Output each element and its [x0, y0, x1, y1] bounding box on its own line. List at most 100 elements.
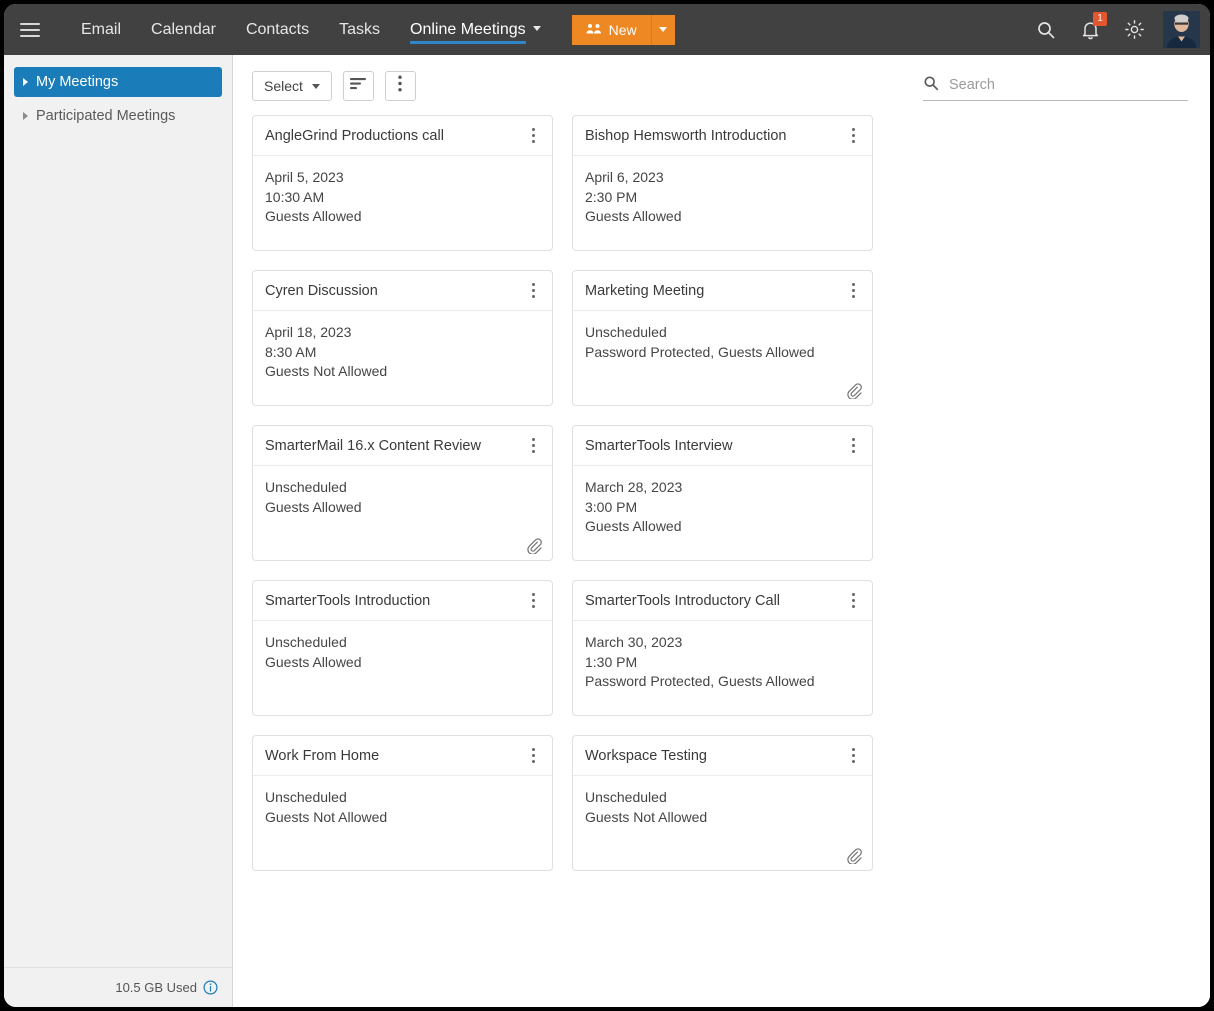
tab-online-meetings-label: Online Meetings [410, 21, 526, 44]
top-navigation-bar: Email Calendar Contacts Tasks Online Mee… [4, 4, 1210, 55]
meeting-card[interactable]: SmarterTools Interview March 28, 2023 3:… [572, 425, 873, 561]
hamburger-menu-button[interactable] [4, 4, 56, 55]
tab-tasks-label: Tasks [339, 21, 380, 38]
notification-badge-count: 1 [1093, 11, 1107, 26]
sidebar-item-participated-meetings-label: Participated Meetings [36, 108, 176, 124]
new-meeting-button[interactable]: New [571, 14, 651, 45]
meeting-card-menu-button[interactable] [518, 119, 548, 153]
meeting-card[interactable]: Cyren Discussion April 18, 2023 8:30 AM … [252, 270, 553, 406]
meeting-title: SmarterTools Introduction [265, 592, 431, 609]
meeting-options: Guests Allowed [265, 498, 362, 515]
attachment-icon [846, 848, 862, 865]
attachment-icon [846, 383, 862, 400]
meeting-card-header: Bishop Hemsworth Introduction [573, 116, 872, 156]
main-content: Select Search AngleGrind Productions cal… [233, 55, 1210, 1007]
meeting-card[interactable]: SmarterTools Introductory Call March 30,… [572, 580, 873, 716]
tab-email[interactable]: Email [66, 4, 136, 55]
sun-icon [1124, 20, 1144, 39]
meeting-date: March 30, 2023 [585, 634, 683, 650]
meetings-grid: AngleGrind Productions call April 5, 202… [252, 115, 1188, 871]
info-icon[interactable] [203, 980, 218, 995]
meeting-card-body: April 18, 2023 8:30 AM Guests Not Allowe… [253, 311, 552, 405]
people-group-icon [586, 22, 602, 38]
meeting-card-body: Unscheduled Guests Not Allowed [573, 776, 872, 870]
meeting-time: 10:30 AM [265, 188, 325, 205]
meetings-scroll-area[interactable]: AngleGrind Productions call April 5, 202… [233, 111, 1210, 1007]
tab-contacts[interactable]: Contacts [231, 4, 324, 55]
meeting-card-body: March 28, 2023 3:00 PM Guests Allowed [573, 466, 872, 560]
meeting-card-header: Workspace Testing [573, 736, 872, 776]
new-meeting-dropdown-button[interactable] [650, 14, 675, 45]
meeting-card-body: April 6, 2023 2:30 PM Guests Allowed [573, 156, 872, 250]
meeting-card-body: Unscheduled Guests Allowed [253, 466, 552, 560]
storage-status-bar: 10.5 GB Used [4, 967, 232, 1007]
meeting-card-body: Unscheduled Guests Allowed [253, 621, 552, 715]
meeting-card-menu-button[interactable] [838, 584, 868, 618]
meeting-card[interactable]: AngleGrind Productions call April 5, 202… [252, 115, 553, 251]
meeting-card-body: March 30, 2023 1:30 PM Password Protecte… [573, 621, 872, 715]
meeting-card-body: Unscheduled Guests Not Allowed [253, 776, 552, 870]
more-options-button[interactable] [384, 71, 416, 101]
attachment-icon [526, 538, 542, 555]
meeting-card-menu-button[interactable] [838, 739, 868, 773]
meeting-card-menu-button[interactable] [518, 429, 548, 463]
meeting-date: April 5, 2023 [265, 169, 344, 185]
meeting-date: March 28, 2023 [585, 479, 683, 495]
meeting-card-header: Cyren Discussion [253, 271, 552, 311]
meeting-card-menu-button[interactable] [838, 119, 868, 153]
meeting-time: 1:30 PM [585, 653, 638, 670]
user-avatar[interactable] [1163, 11, 1200, 48]
header-search-button[interactable] [1027, 11, 1065, 49]
tab-email-label: Email [81, 21, 122, 38]
search-input[interactable] [949, 76, 1188, 95]
tab-calendar[interactable]: Calendar [136, 4, 231, 55]
meeting-options: Guests Not Allowed [265, 363, 388, 379]
meeting-title: SmarterTools Interview [585, 437, 733, 454]
storage-used-label: 10.5 GB Used [115, 980, 197, 995]
meeting-title: AngleGrind Productions call [265, 127, 444, 144]
meeting-options: Guests Not Allowed [265, 808, 388, 825]
meeting-card[interactable]: Marketing Meeting Unscheduled Password P… [572, 270, 873, 406]
meeting-card-header: SmarterTools Introduction [253, 581, 552, 621]
meeting-date: April 6, 2023 [585, 169, 664, 185]
meeting-card-header: AngleGrind Productions call [253, 116, 552, 156]
more-vertical-icon [398, 75, 403, 97]
meeting-card-menu-button[interactable] [518, 274, 548, 308]
meeting-title: Cyren Discussion [265, 282, 378, 299]
search-icon [923, 75, 939, 96]
notifications-button[interactable]: 1 [1071, 11, 1109, 49]
meeting-date: Unscheduled [265, 634, 347, 650]
meeting-card-menu-button[interactable] [838, 429, 868, 463]
tab-calendar-label: Calendar [151, 21, 216, 38]
sidebar-item-participated-meetings[interactable]: Participated Meetings [14, 101, 222, 131]
meeting-time: 3:00 PM [585, 498, 638, 515]
meeting-card[interactable]: SmarterTools Introduction Unscheduled Gu… [252, 580, 553, 716]
meeting-card-menu-button[interactable] [838, 274, 868, 308]
search-field-wrapper [923, 71, 1188, 101]
tab-tasks[interactable]: Tasks [324, 4, 395, 55]
application-window: Email Calendar Contacts Tasks Online Mee… [4, 4, 1210, 1007]
tab-online-meetings[interactable]: Online Meetings [395, 4, 556, 55]
page-body: My Meetings Participated Meetings 10.5 G… [4, 55, 1210, 1007]
meeting-card[interactable]: Bishop Hemsworth Introduction April 6, 2… [572, 115, 873, 251]
meeting-title: Marketing Meeting [585, 282, 705, 299]
hamburger-icon [20, 19, 40, 41]
tab-contacts-label: Contacts [245, 21, 310, 38]
search-icon [1036, 20, 1056, 40]
meeting-options: Password Protected, Guests Allowed [585, 343, 815, 360]
select-dropdown-button[interactable]: Select [252, 71, 332, 101]
sidebar: My Meetings Participated Meetings 10.5 G… [4, 55, 233, 1007]
meeting-card-menu-button[interactable] [518, 584, 548, 618]
meeting-card[interactable]: Workspace Testing Unscheduled Guests Not… [572, 735, 873, 871]
meeting-time: 2:30 PM [585, 188, 638, 205]
meeting-title: Workspace Testing [585, 747, 707, 764]
meeting-card-menu-button[interactable] [518, 739, 548, 773]
chevron-down-icon[interactable] [532, 26, 541, 32]
meeting-card[interactable]: SmarterMail 16.x Content Review Unschedu… [252, 425, 553, 561]
sort-button[interactable] [342, 71, 374, 101]
meeting-time: 8:30 AM [265, 343, 317, 360]
theme-toggle-button[interactable] [1115, 11, 1153, 49]
meeting-card[interactable]: Work From Home Unscheduled Guests Not Al… [252, 735, 553, 871]
sidebar-item-my-meetings[interactable]: My Meetings [14, 67, 222, 97]
chevron-down-icon [659, 27, 668, 32]
